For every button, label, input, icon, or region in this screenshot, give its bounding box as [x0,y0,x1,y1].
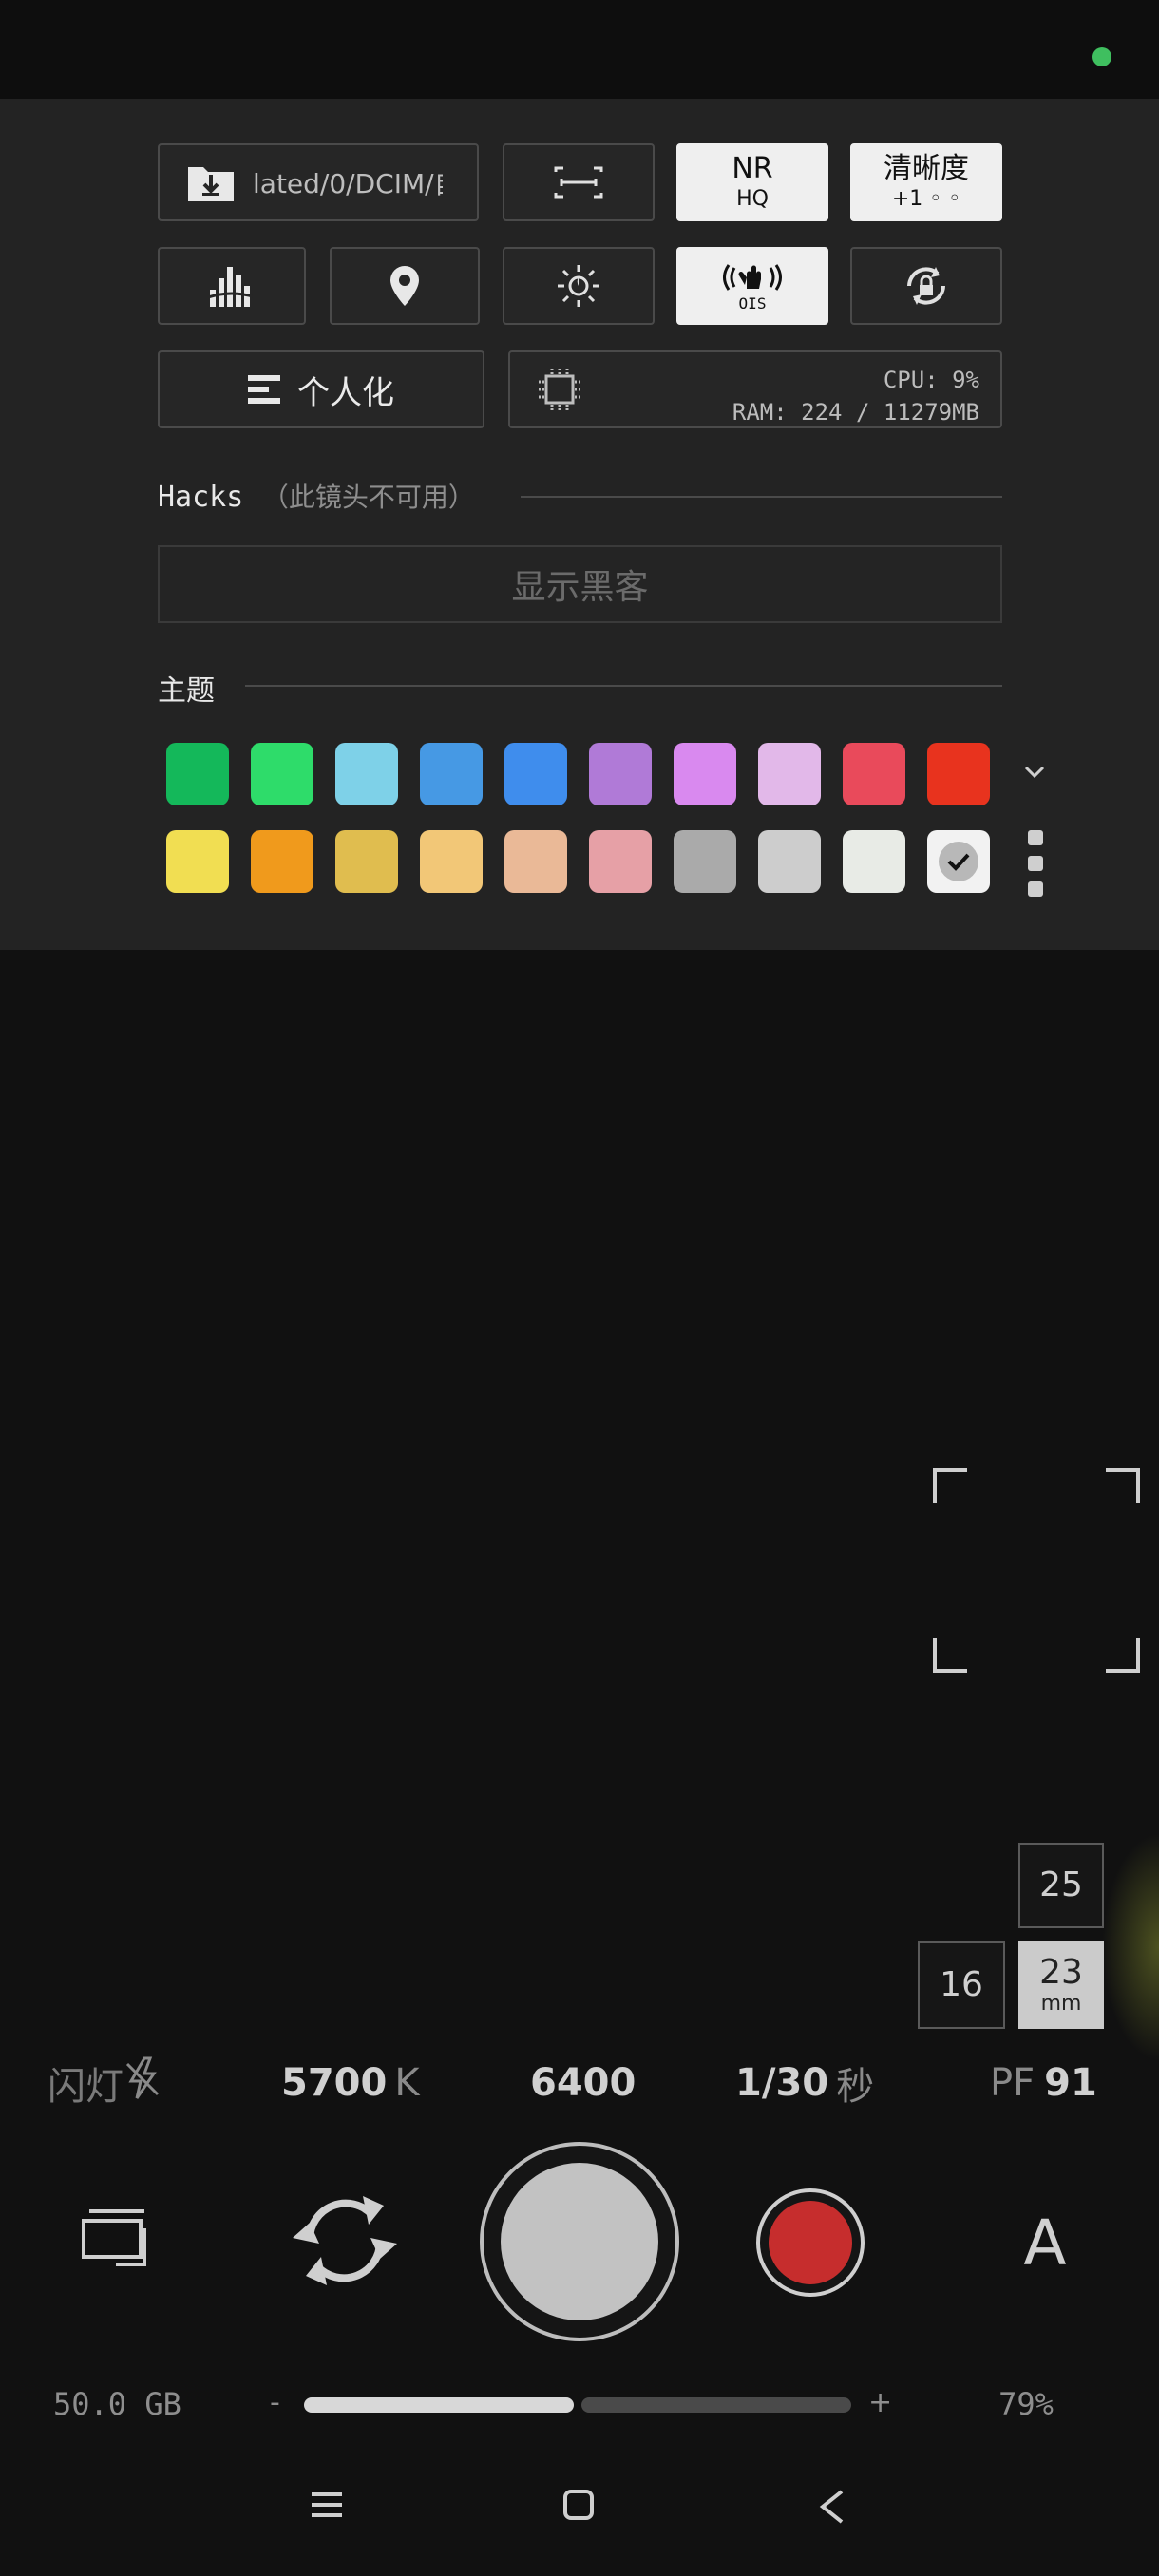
storage-remaining: 50.0 GB [53,2386,181,2422]
back-icon[interactable] [817,2489,847,2529]
theme-swatch[interactable] [927,743,990,805]
flash-off-icon [124,2056,162,2110]
zoom-slider-track [581,2397,851,2413]
theme-swatch[interactable] [251,743,314,805]
wb-value: 5700 [281,2061,388,2105]
theme-swatch[interactable] [589,830,652,893]
expand-chevron-icon[interactable] [1022,764,1047,785]
theme-swatch[interactable] [335,830,398,893]
theme-swatch[interactable] [420,830,483,893]
more-options-icon[interactable] [1027,828,1044,902]
theme-swatch[interactable] [335,743,398,805]
record-dot [769,2201,852,2284]
theme-swatch[interactable] [166,743,229,805]
theme-swatch[interactable] [420,743,483,805]
shutter-button-inner [501,2163,658,2320]
flash-control[interactable]: 闪灯 [48,2052,162,2114]
theme-swatch[interactable] [674,830,736,893]
gallery-icon[interactable] [80,2207,150,2274]
recent-apps-icon[interactable] [310,2489,344,2525]
theme-swatch[interactable] [504,743,567,805]
viewfinder-highlight [1102,1833,1159,2061]
status-indicator-dot [1092,47,1112,66]
theme-swatch-grid [0,99,1159,950]
lens-16-label: 16 [940,1965,983,2004]
white-balance-control[interactable]: 5700 K [281,2052,420,2114]
lens-16mm-button[interactable]: 16 [918,1941,1005,2029]
status-bar [0,0,1159,99]
pf-value: 91 [1044,2061,1097,2105]
record-video-button[interactable] [756,2188,864,2297]
theme-swatch[interactable] [674,743,736,805]
lens-23-label: 23 [1039,1953,1083,1992]
shutter-value: 1/30 [735,2061,829,2105]
flash-label: 闪灯 [48,2065,124,2109]
iso-control[interactable]: 6400 [530,2052,636,2114]
shutter-speed-control[interactable]: 1/30 秒 [735,2052,874,2114]
lens-unit-label: mm [1040,1992,1082,2016]
lens-23mm-button[interactable]: 23 mm [1018,1941,1104,2029]
lens-25-label: 25 [1039,1866,1083,1904]
focus-frame [933,1468,1140,1673]
theme-swatch[interactable] [758,830,821,893]
wb-unit: K [394,2061,420,2105]
theme-swatch-selected[interactable] [927,830,990,893]
shutter-button[interactable] [480,2142,679,2341]
theme-swatch[interactable] [589,743,652,805]
lens-25mm-button[interactable]: 25 [1018,1843,1104,1928]
theme-swatch[interactable] [758,743,821,805]
shutter-unit: 秒 [836,2065,875,2109]
theme-swatch[interactable] [166,830,229,893]
pf-label: PF [990,2061,1036,2105]
check-icon [947,853,970,871]
zoom-minus[interactable]: - [270,2386,280,2419]
battery-level: 79% [998,2386,1054,2422]
exposure-mode-button[interactable]: A [1007,2202,1083,2283]
switch-camera-icon[interactable] [289,2190,401,2295]
zoom-slider-fill [304,2397,574,2413]
settings-panel: lated/0/DCIM/自 NR HQ 清晰度 +1 ◦ ◦ OIS 个人化 … [0,99,1159,950]
pf-control[interactable]: PF 91 [990,2052,1097,2114]
theme-swatch[interactable] [843,830,905,893]
zoom-slider[interactable] [304,2397,851,2413]
home-icon[interactable] [562,2489,595,2525]
theme-swatch[interactable] [251,830,314,893]
theme-swatch[interactable] [843,743,905,805]
zoom-plus[interactable]: + [868,2386,892,2419]
iso-value: 6400 [530,2061,636,2105]
theme-swatch[interactable] [504,830,567,893]
